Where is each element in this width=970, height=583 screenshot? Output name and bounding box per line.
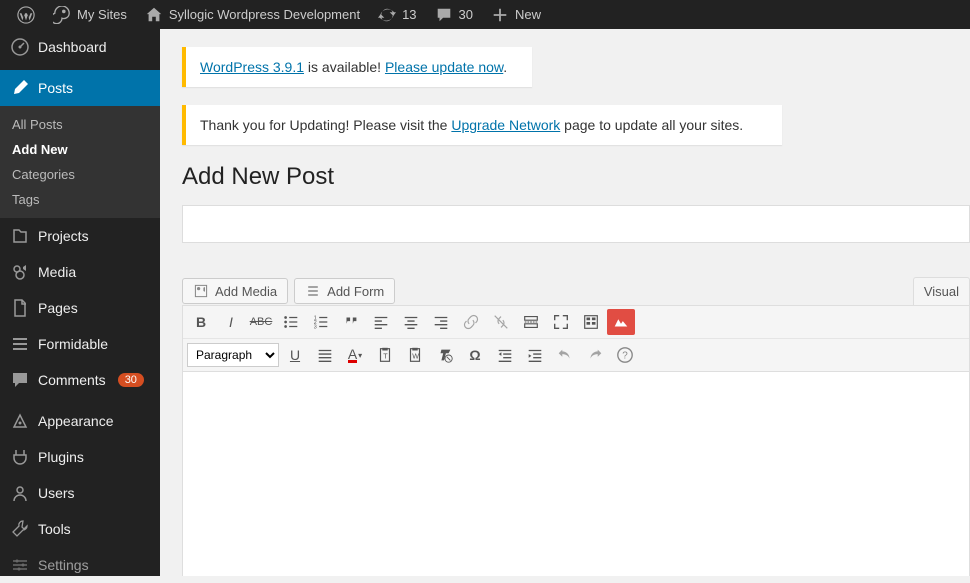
underline-button[interactable]: U bbox=[281, 342, 309, 368]
admin-sidebar: Dashboard Posts All Posts Add New Catego… bbox=[0, 29, 160, 576]
submenu-tags[interactable]: Tags bbox=[0, 187, 160, 212]
menu-media-label: Media bbox=[38, 264, 76, 280]
wp-logo[interactable] bbox=[8, 6, 44, 24]
updates-link[interactable]: 13 bbox=[369, 6, 425, 24]
menu-posts[interactable]: Posts bbox=[0, 70, 160, 106]
menu-tools[interactable]: Tools bbox=[0, 511, 160, 547]
menu-tools-label: Tools bbox=[38, 521, 71, 537]
upgrade-notice: Thank you for Updating! Please visit the… bbox=[182, 105, 782, 145]
svg-text:?: ? bbox=[622, 351, 628, 362]
menu-appearance-label: Appearance bbox=[38, 413, 114, 429]
notice-text: is available! bbox=[304, 59, 385, 75]
paste-word-button[interactable]: W bbox=[401, 342, 429, 368]
upgrade-network-link[interactable]: Upgrade Network bbox=[451, 117, 560, 133]
add-form-label: Add Form bbox=[327, 284, 384, 299]
svg-text:T: T bbox=[383, 352, 388, 361]
add-form-button[interactable]: Add Form bbox=[294, 278, 395, 304]
insert-more-button[interactable] bbox=[517, 309, 545, 335]
menu-projects[interactable]: Projects bbox=[0, 218, 160, 254]
my-sites-link[interactable]: My Sites bbox=[44, 6, 136, 24]
comments-link[interactable]: 30 bbox=[426, 6, 482, 24]
svg-text:3: 3 bbox=[314, 324, 317, 330]
site-name-label: Syllogic Wordpress Development bbox=[169, 7, 360, 22]
main-content: WordPress 3.9.1 is available! Please upd… bbox=[160, 29, 970, 576]
text-color-button[interactable]: A▾ bbox=[341, 342, 369, 368]
indent-button[interactable] bbox=[521, 342, 549, 368]
menu-users-label: Users bbox=[38, 485, 75, 501]
align-right-button[interactable] bbox=[427, 309, 455, 335]
menu-plugins[interactable]: Plugins bbox=[0, 439, 160, 475]
comments-count: 30 bbox=[459, 7, 473, 22]
submenu-all-posts[interactable]: All Posts bbox=[0, 112, 160, 137]
align-left-button[interactable] bbox=[367, 309, 395, 335]
new-label: New bbox=[515, 7, 541, 22]
menu-settings-label: Settings bbox=[38, 557, 89, 573]
submenu-posts: All Posts Add New Categories Tags bbox=[0, 106, 160, 218]
updates-count: 13 bbox=[402, 7, 416, 22]
toolbar-toggle-button[interactable] bbox=[577, 309, 605, 335]
menu-appearance[interactable]: Appearance bbox=[0, 403, 160, 439]
unlink-button[interactable] bbox=[487, 309, 515, 335]
menu-comments-label: Comments bbox=[38, 372, 106, 388]
post-title-input[interactable] bbox=[182, 205, 970, 243]
strikethrough-button[interactable]: ABC bbox=[247, 309, 275, 335]
menu-dashboard[interactable]: Dashboard bbox=[0, 29, 160, 65]
visual-tab[interactable]: Visual bbox=[913, 277, 970, 305]
menu-users[interactable]: Users bbox=[0, 475, 160, 511]
mce-button[interactable] bbox=[607, 309, 635, 335]
admin-bar: My Sites Syllogic Wordpress Development … bbox=[0, 0, 970, 29]
remove-format-button[interactable] bbox=[431, 342, 459, 368]
menu-plugins-label: Plugins bbox=[38, 449, 84, 465]
update-notice: WordPress 3.9.1 is available! Please upd… bbox=[182, 47, 532, 87]
paste-text-button[interactable]: T bbox=[371, 342, 399, 368]
menu-dashboard-label: Dashboard bbox=[38, 39, 107, 55]
bullet-list-button[interactable] bbox=[277, 309, 305, 335]
outdent-button[interactable] bbox=[491, 342, 519, 368]
add-media-label: Add Media bbox=[215, 284, 277, 299]
format-select[interactable]: Paragraph bbox=[187, 343, 279, 367]
menu-media[interactable]: Media bbox=[0, 254, 160, 290]
fullscreen-button[interactable] bbox=[547, 309, 575, 335]
align-justify-button[interactable] bbox=[311, 342, 339, 368]
my-sites-label: My Sites bbox=[77, 7, 127, 22]
menu-settings[interactable]: Settings bbox=[0, 547, 160, 583]
undo-button[interactable] bbox=[551, 342, 579, 368]
add-media-button[interactable]: Add Media bbox=[182, 278, 288, 304]
menu-formidable-label: Formidable bbox=[38, 336, 108, 352]
special-char-button[interactable]: Ω bbox=[461, 342, 489, 368]
site-name-link[interactable]: Syllogic Wordpress Development bbox=[136, 6, 369, 24]
notice-text: . bbox=[503, 59, 507, 75]
editor-body[interactable] bbox=[182, 372, 970, 576]
notice-text: Thank you for Updating! Please visit the bbox=[200, 117, 451, 133]
update-now-link[interactable]: Please update now bbox=[385, 59, 503, 75]
page-title: Add New Post bbox=[182, 163, 970, 191]
menu-comments[interactable]: Comments 30 bbox=[0, 362, 160, 398]
submenu-categories[interactable]: Categories bbox=[0, 162, 160, 187]
new-link[interactable]: New bbox=[482, 6, 550, 24]
menu-pages-label: Pages bbox=[38, 300, 78, 316]
comments-badge: 30 bbox=[118, 373, 144, 387]
blockquote-button[interactable] bbox=[337, 309, 365, 335]
menu-pages[interactable]: Pages bbox=[0, 290, 160, 326]
submenu-add-new[interactable]: Add New bbox=[0, 137, 160, 162]
bold-button[interactable]: B bbox=[187, 309, 215, 335]
menu-projects-label: Projects bbox=[38, 228, 89, 244]
redo-button[interactable] bbox=[581, 342, 609, 368]
link-button[interactable] bbox=[457, 309, 485, 335]
menu-formidable[interactable]: Formidable bbox=[0, 326, 160, 362]
menu-posts-label: Posts bbox=[38, 80, 73, 96]
align-center-button[interactable] bbox=[397, 309, 425, 335]
svg-text:W: W bbox=[412, 352, 419, 361]
italic-button[interactable]: I bbox=[217, 309, 245, 335]
help-button[interactable]: ? bbox=[611, 342, 639, 368]
number-list-button[interactable]: 123 bbox=[307, 309, 335, 335]
wp-version-link[interactable]: WordPress 3.9.1 bbox=[200, 59, 304, 75]
media-buttons-row: Add Media Add Form Visual bbox=[182, 277, 970, 305]
editor-toolbar: B I ABC 123 Paragraph U A▾ T W Ω bbox=[182, 305, 970, 372]
notice-text: page to update all your sites. bbox=[560, 117, 743, 133]
